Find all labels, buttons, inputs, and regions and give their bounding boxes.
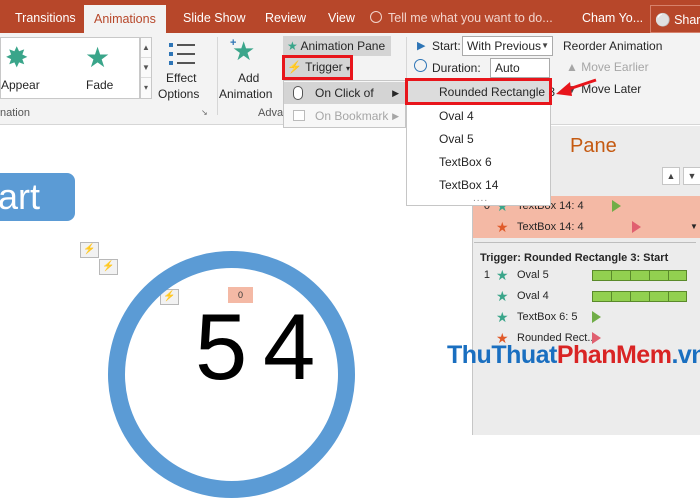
duration-spinner[interactable]: Auto	[490, 58, 550, 78]
item-name: Oval 4	[517, 290, 549, 302]
move-down-button[interactable]: ▼	[683, 167, 700, 185]
entrance-star-icon: ★	[496, 309, 509, 325]
move-earlier-label: Move Earlier	[581, 60, 649, 74]
reorder-title: Reorder Animation	[563, 39, 663, 53]
mouse-icon	[293, 86, 303, 100]
list-item-oval-5[interactable]: Oval 5	[407, 128, 550, 150]
tab-animations[interactable]: Animations	[84, 5, 166, 33]
user-name[interactable]: Cham Yo...	[582, 0, 643, 36]
trigger-header: Trigger: Rounded Rectangle 3: Start	[480, 252, 669, 264]
item-name: TextBox 14: 4	[517, 221, 584, 233]
gallery-scroll-up[interactable]: ▲	[141, 38, 151, 58]
fade-star-icon: ★	[85, 42, 111, 73]
animation-pane-icon: ★	[287, 39, 298, 53]
group-label-animation: nation	[0, 107, 30, 119]
watermark-part3: .vn	[671, 341, 700, 369]
timeline-bar	[592, 291, 687, 302]
tab-slide-show[interactable]: Slide Show	[183, 0, 246, 33]
timeline-marker-icon	[632, 221, 641, 233]
pane-divider	[474, 242, 696, 243]
person-icon: ⚪	[655, 13, 671, 27]
share-label: Share	[674, 13, 700, 27]
watermark-logo: ThuThuatPhanMem.vn	[447, 341, 700, 370]
effect-options-line1: Effect	[166, 71, 197, 85]
effect-fade[interactable]: ★ Fade	[71, 38, 131, 98]
chevron-down-icon: ▼	[541, 41, 549, 50]
timeline-marker-icon	[592, 311, 601, 323]
rounded-rectangle-highlight-box	[405, 78, 552, 105]
menu-item-on-click-of[interactable]: On Click of ▶	[284, 82, 405, 104]
countdown-digit[interactable]: 5	[195, 300, 247, 394]
tab-review[interactable]: Review	[265, 0, 306, 33]
countdown-digit[interactable]: 4	[263, 300, 315, 394]
plus-icon: +	[230, 37, 237, 49]
timeline-marker-icon	[612, 200, 621, 212]
pane-list-item[interactable]: ★ TextBox 6: 5	[480, 307, 690, 328]
tell-me-search[interactable]: Tell me what you want to do...	[370, 0, 553, 33]
duration-value: Auto	[495, 61, 520, 75]
watermark-part2: PhanMem	[556, 341, 672, 369]
resize-grip-icon[interactable]: ....	[473, 193, 488, 204]
effect-appear[interactable]: ✸ Appear	[1, 38, 61, 98]
effect-options-icon	[169, 41, 195, 67]
menu-item-on-bookmark[interactable]: On Bookmark ▶	[284, 105, 405, 127]
animation-pane-label: Animation Pane	[300, 39, 386, 53]
exit-star-icon: ★	[496, 219, 509, 235]
list-item-oval-4[interactable]: Oval 4	[407, 105, 550, 127]
play-icon: ▶	[417, 40, 426, 52]
share-button[interactable]: ⚪ Share	[650, 5, 700, 33]
group-label-advanced: Adva	[258, 107, 284, 119]
gallery-more[interactable]: ▾	[141, 78, 151, 98]
move-earlier-button[interactable]: ▲ Move Earlier	[566, 57, 649, 77]
animation-gallery: ✸ Appear ★ Fade	[0, 37, 140, 99]
tab-view[interactable]: View	[328, 0, 355, 33]
trigger-lightning-icon: ⚡	[80, 242, 99, 258]
dialog-launcher-icon[interactable]: ↘	[201, 108, 208, 117]
watermark-part1: ThuThuat	[447, 341, 557, 369]
animation-pane-button[interactable]: ★ Animation Pane	[283, 36, 391, 56]
effect-options-line2: Options	[158, 87, 200, 101]
trigger-submenu: On Click of ▶ On Bookmark ▶	[283, 80, 406, 128]
tell-me-text: Tell me what you want to do...	[388, 11, 553, 25]
trigger-lightning-icon: ⚡	[99, 259, 118, 275]
on-click-of-label: On Click of	[315, 86, 374, 100]
item-name: Oval 5	[517, 269, 549, 281]
move-up-button[interactable]: ▲	[662, 167, 680, 185]
add-animation-button[interactable]: ★ + Add Animation	[218, 37, 280, 107]
clock-icon	[414, 59, 427, 72]
entrance-star-icon: ★	[496, 288, 509, 304]
item-index: 1	[483, 269, 490, 281]
move-later-label: Move Later	[581, 82, 642, 96]
pane-title: Pane	[570, 135, 617, 157]
gallery-scroll-down[interactable]: ▼	[141, 58, 151, 78]
chevron-right-icon: ▶	[392, 111, 399, 121]
item-name: TextBox 6: 5	[517, 311, 578, 323]
up-arrow-icon: ▲	[566, 60, 578, 74]
gallery-scroll: ▲ ▼ ▾	[140, 37, 152, 99]
chevron-right-icon: ▶	[392, 88, 399, 98]
add-animation-line1: Add	[238, 71, 260, 85]
start-select[interactable]: With Previous ▼	[462, 36, 553, 56]
on-bookmark-label: On Bookmark	[315, 109, 389, 123]
duration-label: Duration:	[432, 61, 481, 75]
trigger-highlight-box	[282, 55, 353, 80]
item-dropdown-icon[interactable]: ▼	[690, 222, 698, 231]
tab-transitions[interactable]: Transitions	[15, 0, 76, 33]
start-label: Start:	[432, 39, 461, 53]
add-animation-line2: Animation	[219, 87, 273, 101]
list-item-textbox-6[interactable]: TextBox 6	[407, 151, 550, 173]
lightbulb-icon	[370, 11, 382, 23]
bookmark-icon	[293, 110, 305, 121]
down-arrow-icon: ▼	[566, 82, 578, 96]
entrance-star-icon: ★	[496, 267, 509, 283]
effect-appear-label: Appear	[1, 78, 40, 92]
effect-options-button[interactable]: Effect Options	[155, 37, 210, 107]
appear-star-icon: ✸	[5, 42, 29, 73]
start-button-shape[interactable]: art	[0, 173, 75, 221]
start-value: With Previous	[467, 39, 542, 53]
pane-list-item[interactable]: ★ TextBox 14: 4	[480, 217, 690, 238]
timeline-bar	[592, 270, 687, 281]
effect-fade-label: Fade	[86, 78, 114, 92]
move-later-button[interactable]: ▼ Move Later	[566, 79, 641, 99]
